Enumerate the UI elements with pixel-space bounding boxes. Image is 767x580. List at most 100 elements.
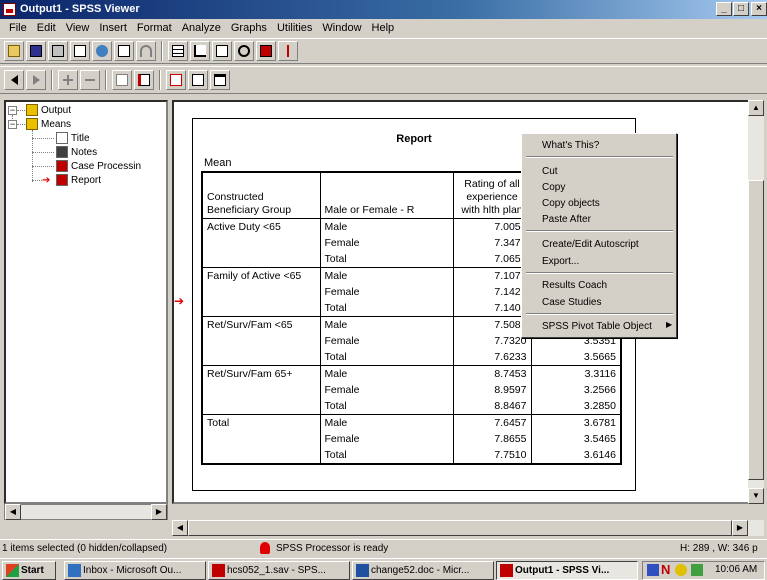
hide-icon[interactable] xyxy=(134,70,154,90)
menu-edit[interactable]: Edit xyxy=(32,22,61,34)
windows-logo-icon xyxy=(6,564,19,577)
insert-text-icon[interactable] xyxy=(210,70,230,90)
scroll-right-icon[interactable]: ▶ xyxy=(151,504,167,520)
start-button[interactable]: Start xyxy=(2,561,56,580)
tree-item-label: Output xyxy=(41,104,72,116)
menu-item-copy-objects[interactable]: Copy objects xyxy=(542,196,600,211)
group-label: Ret/Surv/Fam <65 xyxy=(201,315,321,366)
menu-item-create-edit-autoscript[interactable]: Create/Edit Autoscript xyxy=(542,237,639,252)
vertical-scrollbar[interactable]: ▲ ▼ xyxy=(748,100,764,504)
value-cell: 7.0657 xyxy=(452,250,532,268)
insert-heading-icon[interactable] xyxy=(166,70,186,90)
menu-insert[interactable]: Insert xyxy=(94,22,132,34)
sex-label: Total xyxy=(319,397,454,415)
show-icon[interactable] xyxy=(112,70,132,90)
sex-label: Male xyxy=(319,413,454,431)
collapse-output-toggle[interactable]: − xyxy=(8,106,17,115)
sex-label: Female xyxy=(319,234,454,251)
close-button[interactable]: × xyxy=(751,2,767,16)
scroll-up-icon[interactable]: ▲ xyxy=(748,100,764,116)
menu-utilities[interactable]: Utilities xyxy=(272,22,317,34)
value-cell: 3.5465 xyxy=(530,430,622,447)
tree-item-report[interactable]: Report xyxy=(56,173,101,187)
save-icon[interactable] xyxy=(26,41,46,61)
table-row: Ret/Surv/Fam 65+ Male 8.7453 3.3116 xyxy=(201,364,622,415)
goto-data-icon[interactable] xyxy=(168,41,188,61)
volume-icon[interactable] xyxy=(675,564,687,576)
start-label: Start xyxy=(21,565,44,576)
task-inbox[interactable]: Inbox - Microsoft Ou... xyxy=(64,561,206,580)
expand-icon[interactable] xyxy=(58,70,78,90)
tree-item-means[interactable]: Means xyxy=(26,117,71,131)
task-label: hcs052_1.sav - SPS... xyxy=(227,565,326,576)
outline-scrollbar[interactable]: ◀ ▶ xyxy=(4,504,168,520)
menu-window[interactable]: Window xyxy=(317,22,366,34)
value-cell: 8.8467 xyxy=(452,397,532,415)
horizontal-scroll-thumb[interactable] xyxy=(188,520,732,536)
menu-item-export[interactable]: Export... xyxy=(542,254,579,269)
current-item-arrow-icon: ➔ xyxy=(174,294,185,308)
task-word-doc[interactable]: change52.doc - Micr... xyxy=(352,561,494,580)
scroll-down-icon[interactable]: ▼ xyxy=(748,488,764,504)
print-preview-icon[interactable] xyxy=(70,41,90,61)
sex-label: Male xyxy=(319,364,454,382)
sex-label: Male xyxy=(319,315,454,333)
task-spss-viewer[interactable]: Output1 - SPSS Vi... xyxy=(496,561,638,580)
menu-analyze[interactable]: Analyze xyxy=(177,22,226,34)
tree-item-label: Notes xyxy=(71,146,98,158)
variables-icon[interactable] xyxy=(212,41,232,61)
outline-pane[interactable]: − Output − Means Title Notes Case Proces… xyxy=(4,100,168,504)
menu-help[interactable]: Help xyxy=(367,22,400,34)
menu-item-results-coach[interactable]: Results Coach xyxy=(542,278,607,293)
menu-item-whats-this[interactable]: What's This? xyxy=(542,138,599,153)
use-sets-icon[interactable] xyxy=(234,41,254,61)
scroll-left-icon[interactable]: ◀ xyxy=(172,520,188,536)
sex-label: Total xyxy=(319,348,454,366)
value-cell: 3.6146 xyxy=(530,446,622,464)
demote-icon[interactable] xyxy=(26,70,46,90)
sex-label: Female xyxy=(319,430,454,447)
menu-item-pivot-table-object[interactable]: SPSS Pivot Table Object xyxy=(542,319,652,334)
scroll-left-icon[interactable]: ◀ xyxy=(5,504,21,520)
tree-item-notes[interactable]: Notes xyxy=(56,145,97,159)
minimize-button[interactable]: _ xyxy=(716,2,732,16)
insert-title-icon[interactable] xyxy=(188,70,208,90)
norton-icon[interactable]: N xyxy=(661,562,670,577)
scroll-right-icon[interactable]: ▶ xyxy=(732,520,748,536)
task-sav-file[interactable]: hcs052_1.sav - SPS... xyxy=(208,561,350,580)
menu-view[interactable]: View xyxy=(61,22,95,34)
print-icon[interactable] xyxy=(48,41,68,61)
tray-app-icon[interactable] xyxy=(647,564,659,576)
output-book-icon xyxy=(26,104,38,116)
menu-graphs[interactable]: Graphs xyxy=(226,22,272,34)
tree-item-case-processing[interactable]: Case Processin xyxy=(56,159,141,173)
menu-item-cut[interactable]: Cut xyxy=(542,164,558,179)
tree-item-title[interactable]: Title xyxy=(56,131,90,145)
menu-item-copy[interactable]: Copy xyxy=(542,180,565,195)
sex-label: Female xyxy=(319,332,454,349)
menu-file[interactable]: File xyxy=(4,22,32,34)
vertical-scroll-thumb[interactable] xyxy=(748,180,764,480)
notes-table-icon xyxy=(56,146,68,158)
select-last-output-icon[interactable] xyxy=(278,41,298,61)
menu-format[interactable]: Format xyxy=(132,22,177,34)
maximize-button[interactable]: □ xyxy=(733,2,749,16)
menu-item-case-studies[interactable]: Case Studies xyxy=(542,295,601,310)
tree-item-output[interactable]: Output xyxy=(26,103,71,117)
promote-icon[interactable] xyxy=(4,70,24,90)
group-label: Ret/Surv/Fam 65+ xyxy=(201,364,321,415)
goto-case-icon[interactable] xyxy=(190,41,210,61)
network-icon[interactable] xyxy=(691,564,703,576)
means-book-icon xyxy=(26,118,38,130)
show-all-icon[interactable] xyxy=(256,41,276,61)
open-icon[interactable] xyxy=(4,41,24,61)
dialog-recall-icon[interactable] xyxy=(114,41,134,61)
value-cell: 7.8655 xyxy=(452,430,532,447)
collapse-means-toggle[interactable]: − xyxy=(8,120,17,129)
menu-bar: File Edit View Insert Format Analyze Gra… xyxy=(0,19,767,37)
undo-icon[interactable] xyxy=(136,41,156,61)
collapse-icon[interactable] xyxy=(80,70,100,90)
export-icon[interactable] xyxy=(92,41,112,61)
menu-item-paste-after[interactable]: Paste After xyxy=(542,212,591,227)
horizontal-scrollbar[interactable]: ◀ ▶ xyxy=(172,520,764,536)
